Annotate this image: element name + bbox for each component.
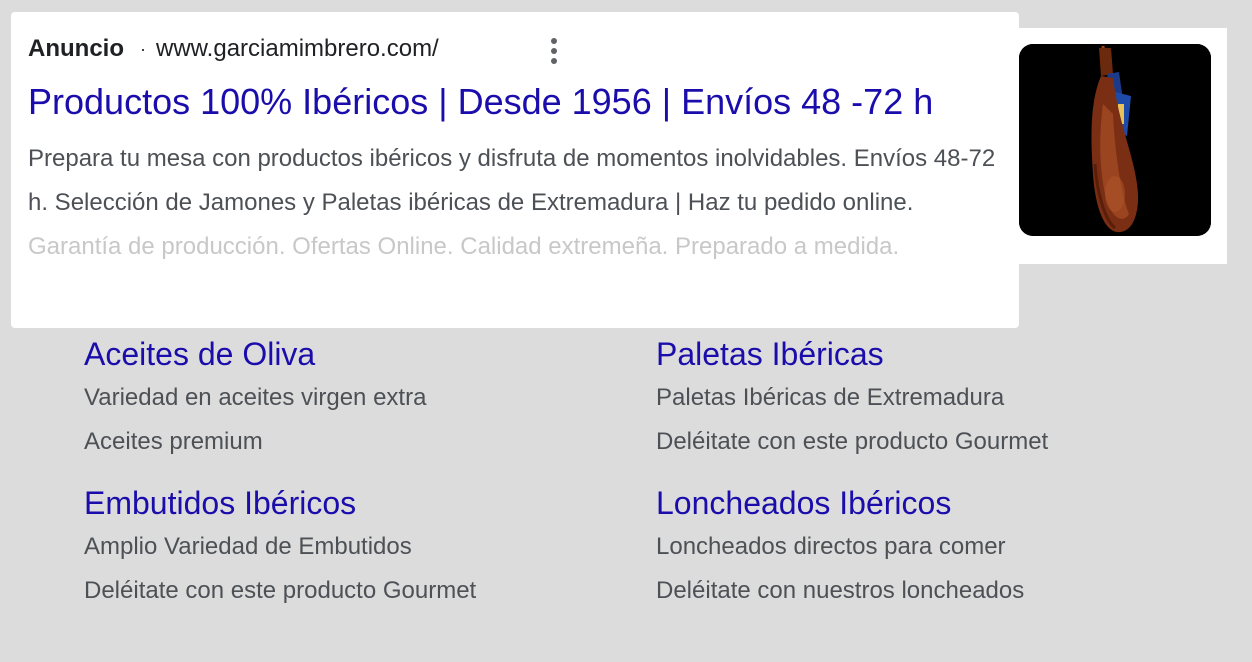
sitelink-desc: Paletas Ibéricas de Extremadura [656, 384, 1005, 411]
ad-description-faded: Garantía de producción. Ofertas Online. … [28, 233, 900, 260]
sitelink-desc: Deléitate con nuestros loncheados [656, 577, 1025, 604]
ad-display-url[interactable]: www.garciamimbrero.com/ [156, 35, 439, 63]
sitelink-desc: Deléitate con este producto Gourmet [656, 428, 1049, 455]
thumbnail-card [1009, 28, 1227, 264]
ad-label: Anuncio [28, 35, 124, 62]
sitelink-desc: Variedad en aceites virgen extra [84, 384, 427, 411]
more-vert-icon[interactable] [547, 37, 561, 65]
sitelink-aceites: Aceites de Oliva Variedad en aceites vir… [84, 332, 624, 464]
ad-card: Anuncio · www.garciamimbrero.com/ Produc… [11, 12, 1019, 328]
sitelink-title[interactable]: Paletas Ibéricas [656, 332, 884, 376]
sitelink-desc: Amplio Variedad de Embutidos [84, 533, 412, 560]
jamon-image[interactable] [1019, 44, 1211, 236]
sitelink-desc: Loncheados directos para comer [656, 533, 1006, 560]
sitelink-loncheados: Loncheados Ibéricos Loncheados directos … [656, 481, 1196, 613]
sitelink-desc: Deléitate con este producto Gourmet [84, 577, 477, 604]
ad-description: Prepara tu mesa con productos ibéricos y… [28, 137, 1013, 269]
sitelink-embutidos: Embutidos Ibéricos Amplio Variedad de Em… [84, 481, 624, 613]
sitelink-title[interactable]: Embutidos Ibéricos [84, 481, 356, 525]
ad-description-text: Prepara tu mesa con productos ibéricos y… [28, 145, 996, 216]
ad-headline-link[interactable]: Productos 100% Ibéricos | Desde 1956 | E… [28, 80, 988, 124]
ad-header: Anuncio · www.garciamimbrero.com/ [28, 34, 439, 64]
separator-dot: · [140, 38, 146, 59]
sitelink-title[interactable]: Aceites de Oliva [84, 332, 315, 376]
sitelink-desc: Aceites premium [84, 428, 263, 455]
ham-illustration [1019, 44, 1211, 236]
sitelink-paletas: Paletas Ibéricas Paletas Ibéricas de Ext… [656, 332, 1196, 464]
sitelink-title[interactable]: Loncheados Ibéricos [656, 481, 951, 525]
